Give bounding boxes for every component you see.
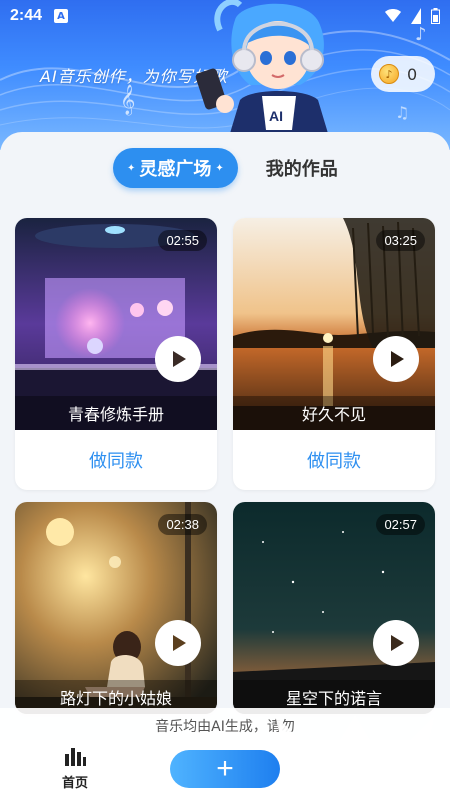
- song-cover: 02:55 青春修炼手册: [15, 218, 217, 430]
- play-button[interactable]: [373, 620, 419, 666]
- tab-inspiration[interactable]: ✦ 灵感广场 ✦: [113, 148, 238, 188]
- notification-badge-icon: A: [54, 9, 69, 23]
- mascot-girl-illustration: AI: [195, 0, 330, 140]
- play-button[interactable]: [373, 336, 419, 382]
- song-duration: 03:25: [376, 230, 425, 251]
- coin-icon: ♪: [379, 64, 399, 84]
- play-icon: [391, 635, 404, 651]
- song-cover: 02:38 路灯下的小姑娘: [15, 502, 217, 714]
- coin-count: 0: [407, 64, 418, 84]
- song-duration: 02:57: [376, 514, 425, 535]
- play-icon: [173, 635, 186, 651]
- tab-my-works[interactable]: 我的作品: [266, 155, 338, 181]
- nav-home[interactable]: 首页: [48, 746, 102, 791]
- play-button[interactable]: [155, 336, 201, 382]
- play-icon: [391, 351, 404, 367]
- plus-icon: +: [216, 752, 234, 785]
- song-card[interactable]: 03:25 好久不见 做同款: [233, 218, 435, 490]
- play-button[interactable]: [155, 620, 201, 666]
- play-icon: [173, 351, 186, 367]
- nav-home-label: 首页: [61, 776, 88, 791]
- coin-balance[interactable]: ♪ 0: [371, 56, 435, 92]
- svg-text:𝄞: 𝄞: [120, 84, 135, 116]
- song-duration: 02:38: [158, 514, 207, 535]
- song-cover: 02:57 星空下的诺言: [233, 502, 435, 714]
- create-song-button[interactable]: +: [170, 750, 280, 788]
- make-same-button[interactable]: 做同款: [233, 430, 435, 490]
- song-card[interactable]: 02:55 青春修炼手册 做同款: [15, 218, 217, 490]
- mascot-shirt-badge: AI: [269, 108, 283, 124]
- wifi-icon: [385, 9, 401, 22]
- sparkle-icon: ✦: [127, 162, 136, 174]
- watermark-logo: [275, 715, 435, 800]
- tab-bar: ✦ 灵感广场 ✦ 我的作品: [113, 148, 338, 188]
- song-title: 青春修炼手册: [15, 396, 217, 430]
- song-duration: 02:55: [158, 230, 207, 251]
- svg-text:♫: ♫: [395, 103, 409, 122]
- header-banner: 𝄞 ♪ ♫ 2:44 A AI音乐创作，为你写好歌 AI ♪ 0: [0, 0, 450, 150]
- song-cover: 03:25 好久不见: [233, 218, 435, 430]
- song-card[interactable]: 02:57 星空下的诺言: [233, 502, 435, 714]
- song-card[interactable]: 02:38 路灯下的小姑娘: [15, 502, 217, 714]
- tab-inspiration-label: 灵感广场: [139, 159, 212, 180]
- song-title: 好久不见: [233, 396, 435, 430]
- make-same-button[interactable]: 做同款: [15, 430, 217, 490]
- sparkle-icon: ✦: [215, 162, 224, 174]
- status-time: 2:44: [10, 7, 43, 24]
- signal-icon: [411, 8, 421, 24]
- equalizer-icon: [65, 748, 86, 766]
- battery-icon: [431, 8, 440, 24]
